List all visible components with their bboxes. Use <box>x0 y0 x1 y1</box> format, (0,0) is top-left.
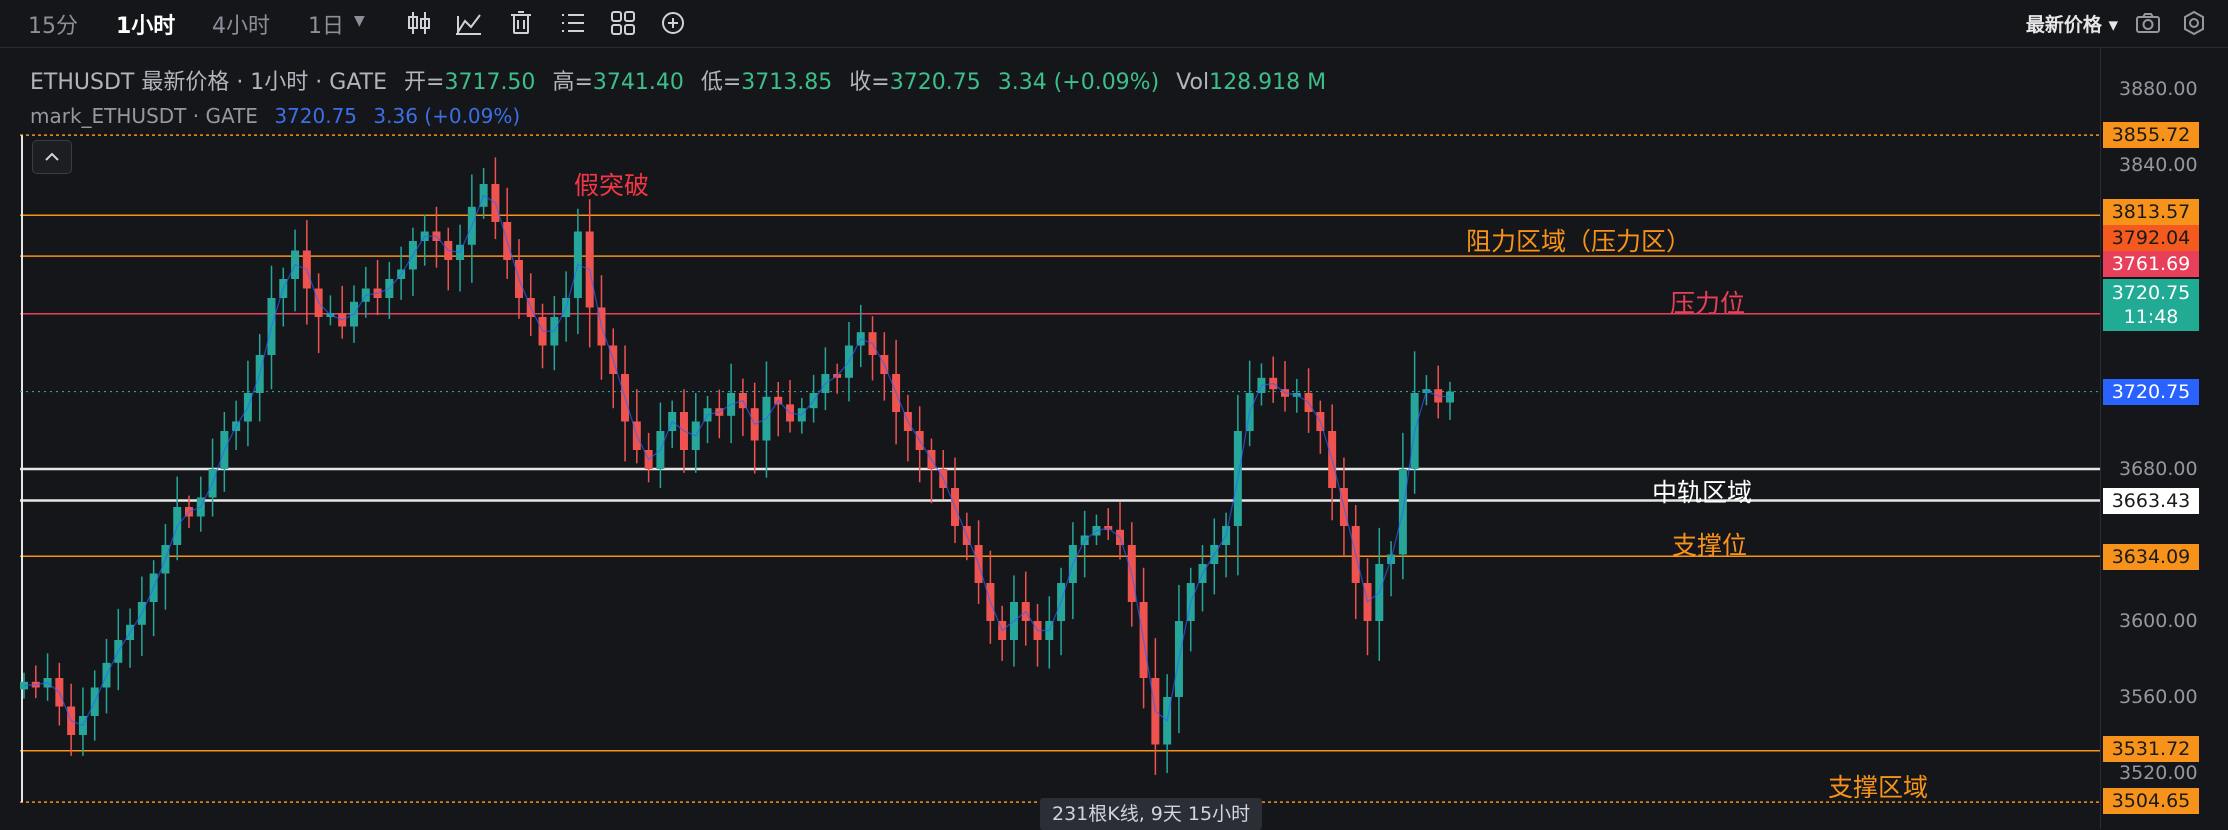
low-label: 低= <box>700 70 742 95</box>
mark-value: 3720.75 <box>274 104 358 128</box>
low-value: 3713.85 <box>741 70 833 95</box>
level-label-3531: 3531.72 <box>2103 736 2199 762</box>
price-axis[interactable]: 3880.00 3840.00 3680.00 3600.00 3560.00 … <box>2100 48 2228 829</box>
collapse-legend-button[interactable] <box>32 140 72 174</box>
vol-label: Vol <box>1176 70 1210 95</box>
open-value: 3717.50 <box>444 70 536 95</box>
open-label: 开= <box>404 70 445 95</box>
countdown-value: 11:48 <box>2123 306 2179 328</box>
candlestick-chart <box>20 134 2100 803</box>
last-price-label: 3720.75 11:48 <box>2103 279 2199 331</box>
candle-type-icon[interactable] <box>402 6 436 40</box>
timeframe-4h[interactable]: 4小时 <box>212 8 270 40</box>
close-value: 3720.75 <box>889 70 981 95</box>
annotation-resistance[interactable]: 压力位 <box>1670 284 1745 320</box>
level-label-3792: 3792.04 <box>2103 225 2199 251</box>
mark-change: 3.36 (+0.09%) <box>373 104 521 128</box>
ohlc-legend: ETHUSDT 最新价格 · 1小时 · GATE 开=3717.50 高=37… <box>30 64 1326 96</box>
level-label-3504: 3504.65 <box>2103 788 2199 814</box>
price-type-select[interactable]: 最新价格 ▾ <box>2026 10 2118 37</box>
timeframe-1h[interactable]: 1小时 <box>116 8 175 40</box>
symbol-title[interactable]: ETHUSDT 最新价格 · 1小时 · GATE <box>30 70 387 95</box>
annotation-support-zone[interactable]: 支撑区域 <box>1828 768 1928 804</box>
chevron-up-icon <box>45 152 59 161</box>
bar-count-status: 231根K线, 9天 15小时 <box>1040 798 1263 830</box>
high-label: 高= <box>552 70 593 95</box>
timeframe-15m[interactable]: 15分 <box>28 8 78 40</box>
add-icon[interactable] <box>656 6 690 40</box>
axis-tick: 3840.00 <box>2119 154 2198 176</box>
indicator-icon[interactable] <box>452 6 486 40</box>
axis-tick: 3600.00 <box>2119 610 2198 632</box>
annotation-fake-breakout[interactable]: 假突破 <box>574 166 649 202</box>
mark-price-label: 3720.75 <box>2103 379 2199 405</box>
axis-tick: 3680.00 <box>2119 458 2198 480</box>
axis-tick: 3560.00 <box>2119 686 2198 708</box>
axis-tick: 3520.00 <box>2119 762 2198 784</box>
level-label-3761: 3761.69 <box>2103 251 2199 277</box>
toolbar: 15分 1小时 4小时 1日 ▼ 最新价格 ▾ <box>0 0 2228 48</box>
camera-icon[interactable] <box>2132 7 2164 39</box>
mark-symbol[interactable]: mark_ETHUSDT · GATE <box>30 104 258 128</box>
annotation-middle-zone[interactable]: 中轨区域 <box>1652 473 1752 509</box>
level-label-3634: 3634.09 <box>2103 544 2199 570</box>
high-value: 3741.40 <box>592 70 684 95</box>
list-icon[interactable] <box>556 6 590 40</box>
last-price-value: 3720.75 <box>2111 282 2191 304</box>
level-label-3813: 3813.57 <box>2103 199 2199 225</box>
axis-tick: 3880.00 <box>2119 78 2198 100</box>
chart-area[interactable] <box>0 48 2100 829</box>
close-label: 收= <box>849 70 890 95</box>
layout-icon[interactable] <box>606 6 640 40</box>
timeframe-dropdown-icon[interactable]: ▼ <box>354 13 365 29</box>
level-label-3663: 3663.43 <box>2103 488 2199 514</box>
level-label-3855: 3855.72 <box>2103 122 2199 148</box>
annotation-support[interactable]: 支撑位 <box>1672 526 1747 562</box>
delete-icon[interactable] <box>504 6 538 40</box>
settings-icon[interactable] <box>2178 7 2210 39</box>
mark-price-legend: mark_ETHUSDT · GATE 3720.75 3.36 (+0.09%… <box>30 104 520 128</box>
vol-value: 128.918 M <box>1209 70 1327 95</box>
timeframe-1d[interactable]: 1日 <box>308 8 344 40</box>
change-value: 3.34 (+0.09%) <box>997 70 1160 95</box>
annotation-resistance-zone[interactable]: 阻力区域（压力区） <box>1466 222 1691 258</box>
